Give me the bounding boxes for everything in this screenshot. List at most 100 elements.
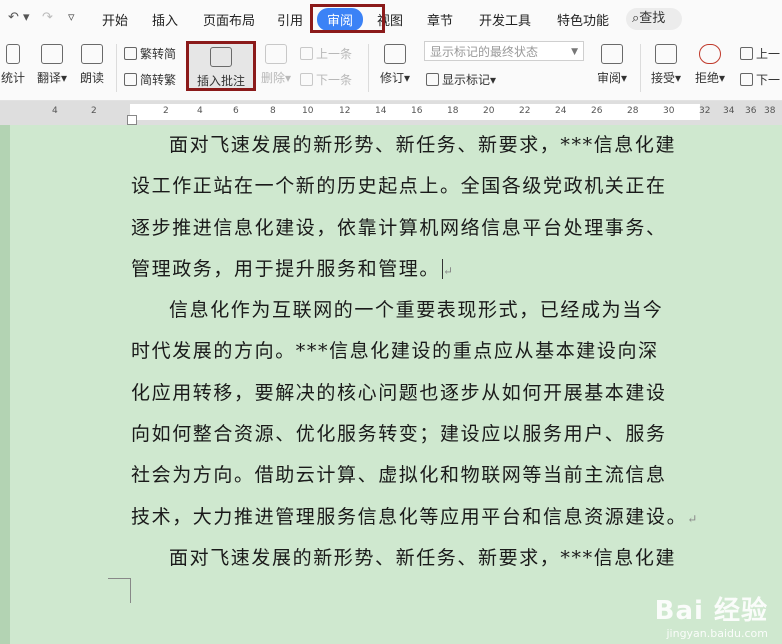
tab-chapter[interactable]: 章节: [427, 10, 453, 29]
next-change-label: 下一: [756, 73, 781, 87]
next-comment-button[interactable]: 下一条: [300, 71, 352, 88]
text-line-end: 技术，大力推进管理服务信息化等应用平台和信息资源建设。↵: [131, 497, 697, 538]
customize-dropdown-icon[interactable]: ▿: [68, 10, 75, 25]
traditional-icon: [124, 47, 137, 60]
dropdown-icon: ▾: [620, 71, 628, 85]
ribbon-separator: [116, 44, 117, 92]
reject-button[interactable]: 拒绝▾: [692, 44, 728, 86]
baidu-jingyan-watermark: Bai 经验 jingyan.baidu.com: [655, 590, 768, 640]
tab-home[interactable]: 开始: [102, 10, 128, 29]
previous-comment-icon: [300, 47, 313, 60]
ruler-label: 2: [163, 106, 169, 116]
next-comment-label: 下一条: [316, 73, 353, 87]
delete-comment-button[interactable]: 删除▾: [258, 44, 294, 86]
text-line: 化应用转移，要解决的核心问题也逐步从如何开展基本建设: [131, 381, 667, 404]
read-aloud-button[interactable]: 朗读: [76, 44, 108, 86]
show-markup-button[interactable]: 显示标记▾: [426, 71, 496, 88]
ruler-label: 34: [723, 106, 735, 116]
paragraph-mark-icon: ↵: [443, 263, 455, 278]
display-for-review-combo[interactable]: 显示标记的最终状态 ▼: [424, 41, 584, 61]
previous-change-label: 上一: [756, 47, 781, 61]
ribbon-separator: [368, 44, 369, 92]
next-comment-icon: [300, 73, 313, 86]
word-count-icon: [6, 44, 20, 64]
left-margin-bar: [0, 125, 10, 644]
redo-icon[interactable]: ↷: [42, 10, 53, 25]
text-line-with-cursor: 管理政务，用于提升服务和管理。 ↵: [131, 249, 691, 290]
undo-icon[interactable]: ↶ ▾: [8, 10, 30, 25]
ruler-label: 4: [197, 106, 203, 116]
to-traditional-label: 繁转简: [140, 47, 177, 61]
search-button[interactable]: ⌕查找: [626, 8, 682, 30]
previous-change-button[interactable]: 上一: [740, 45, 780, 62]
tab-special-features[interactable]: 特色功能: [557, 10, 609, 29]
page-corner-mark: [108, 578, 131, 603]
track-changes-button[interactable]: 修订▾: [375, 44, 415, 86]
ruler-label: 30: [663, 106, 675, 116]
indent-marker-icon[interactable]: [127, 115, 137, 125]
dropdown-icon: ▾: [60, 71, 68, 85]
ruler-label: 20: [483, 106, 495, 116]
ruler-label: 26: [591, 106, 603, 116]
translate-button[interactable]: 翻译▾: [32, 44, 72, 86]
search-label: 查找: [639, 11, 666, 26]
text-line: 社会为方向。借助云计算、虚拟化和物联网等当前主流信息: [131, 464, 667, 487]
horizontal-ruler[interactable]: 4 2 2 4 6 8 10 12 14 16 18 20 22 24 26 2…: [0, 101, 782, 125]
read-aloud-icon: [81, 44, 103, 64]
review-pane-label: 审阅: [596, 71, 621, 85]
accept-icon: [655, 44, 677, 64]
show-markup-label: 显示标记: [442, 73, 491, 87]
tab-insert[interactable]: 插入: [152, 10, 178, 29]
ruler-label: 2: [91, 106, 97, 116]
previous-change-icon: [740, 47, 753, 60]
dropdown-icon: ▾: [718, 71, 726, 85]
previous-comment-button[interactable]: 上一条: [300, 45, 352, 62]
ruler-label: 38: [764, 106, 776, 116]
word-count-button[interactable]: 统计: [0, 44, 26, 86]
insert-comment-highlight: [186, 41, 256, 91]
translate-label: 翻译: [36, 71, 61, 85]
ruler-label: 24: [555, 106, 567, 116]
tab-page-layout[interactable]: 页面布局: [203, 10, 255, 29]
text-line: 时代发展的方向。***信息化建设的重点应从基本建设向深: [131, 340, 659, 363]
review-pane-button[interactable]: 审阅▾: [594, 44, 630, 86]
chevron-down-icon: ▼: [571, 47, 578, 57]
translate-icon: [41, 44, 63, 64]
watermark-url: jingyan.baidu.com: [666, 627, 768, 640]
ruler-label: 10: [302, 106, 314, 116]
ruler-label: 4: [52, 106, 58, 116]
accept-button[interactable]: 接受▾: [648, 44, 684, 86]
text-line: 逐步推进信息化建设，依靠计算机网络信息平台处理事务、: [131, 216, 667, 239]
previous-comment-label: 上一条: [316, 47, 353, 61]
reject-icon: [699, 44, 721, 64]
ruler-label: 18: [447, 106, 459, 116]
ruler-label: 28: [627, 106, 639, 116]
ruler-label: 22: [519, 106, 531, 116]
document-body[interactable]: 面对飞速发展的新形势、新任务、新要求，***信息化建 设工作正站在一个新的历史起…: [131, 125, 697, 579]
review-tab-highlight: [310, 4, 385, 33]
to-simplified-button[interactable]: 简转繁: [124, 71, 176, 88]
text-line: 信息化作为互联网的一个重要表现形式，已经成为当今: [169, 299, 664, 322]
ruler-label: 36: [745, 106, 757, 116]
ruler-label: 12: [339, 106, 351, 116]
ruler-label: 14: [375, 106, 387, 116]
ruler-label: 32: [699, 106, 711, 116]
reject-label: 拒绝: [694, 71, 719, 85]
tab-references[interactable]: 引用: [277, 10, 303, 29]
paragraph-text: 管理政务，用于提升服务和管理。: [131, 257, 441, 280]
dropdown-icon: ▾: [403, 71, 411, 85]
dropdown-icon: ▾: [284, 71, 292, 85]
watermark-logo: Bai 经验: [654, 596, 768, 626]
delete-label: 删除: [260, 71, 285, 85]
menu-tab-bar: ↶ ▾ ↷ ▿ 开始 插入 页面布局 引用 审阅 视图 章节 开发工具 特色功能…: [0, 0, 782, 38]
track-changes-icon: [384, 44, 406, 64]
review-pane-icon: [601, 44, 623, 64]
read-aloud-label: 朗读: [79, 71, 104, 85]
tab-developer[interactable]: 开发工具: [479, 10, 531, 29]
next-change-button[interactable]: 下一: [740, 71, 780, 88]
to-traditional-button[interactable]: 繁转简: [124, 45, 176, 62]
track-changes-label: 修订: [379, 71, 404, 85]
text-line: 向如何整合资源、优化服务转变；建设应以服务用户、服务: [131, 423, 667, 446]
ruler-label: 6: [233, 106, 239, 116]
paragraph-text: 技术，大力推进管理服务信息化等应用平台和信息资源建设。: [131, 505, 688, 528]
